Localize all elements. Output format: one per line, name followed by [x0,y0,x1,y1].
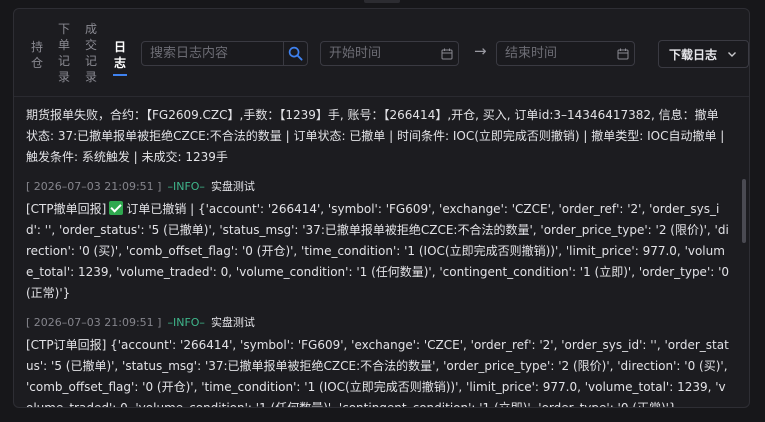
drag-handle[interactable] [364,0,400,3]
tab-logs[interactable]: 日志 [113,39,127,76]
log-level: –INFO– [167,180,205,193]
start-date-input[interactable] [321,42,436,65]
log-message: [CTP订单回报] {'account': '266414', 'symbol'… [26,338,729,408]
search-icon [288,46,303,61]
log-level: –INFO– [167,316,205,329]
start-date-picker[interactable] [320,41,459,66]
log-scrollbar[interactable] [742,179,746,243]
search-button[interactable] [283,42,307,65]
check-icon [109,201,124,215]
download-logs-label: 下载日志 [669,47,718,62]
log-message: 期货报单失败，合约：【FG2609.CZC】,手数：【1239】手, 账号：【2… [26,108,725,164]
log-message: [CTP撤单回报] 订单已撤销 | {'account': '266414', '… [26,199,730,304]
calendar-icon [612,48,634,60]
tab-positions[interactable]: 持仓 [30,39,44,71]
search-field [141,41,308,66]
log-panel: 持仓 下单记录 成交记录 日志 → [13,8,750,408]
log-source: 实盘测试 [210,316,255,329]
log-list[interactable]: 期货报单失败，合约：【FG2609.CZC】,手数：【1239】手, 账号：【2… [14,98,742,408]
download-logs-button[interactable]: 下载日志 [658,40,749,68]
log-timestamp: [ 2026–07–03 21:09:51 ] [26,316,162,329]
log-entry-header: [ 2026–07–03 21:09:51 ] –INFO– 实盘测试 [26,315,730,331]
log-timestamp: [ 2026–07–03 21:09:51 ] [26,180,162,193]
date-range-separator: → [474,42,487,60]
end-date-input[interactable] [497,42,612,65]
end-date-picker[interactable] [496,41,635,66]
log-entry-header: [ 2026–07–03 21:09:51 ] –INFO– 实盘测试 [26,179,730,195]
calendar-icon [436,48,458,60]
chevron-down-icon [728,52,736,57]
log-source: 实盘测试 [210,180,255,193]
log-toolbar: 持仓 下单记录 成交记录 日志 → [14,9,749,97]
tab-trade-records[interactable]: 成交记录 [84,21,98,85]
log-message-body: 订单已撤销 | {'account': '266414', 'symbol': … [26,202,730,300]
log-message-prefix: [CTP撤单回报] [26,202,107,216]
tab-order-records[interactable]: 下单记录 [57,21,71,85]
search-input[interactable] [142,42,283,65]
